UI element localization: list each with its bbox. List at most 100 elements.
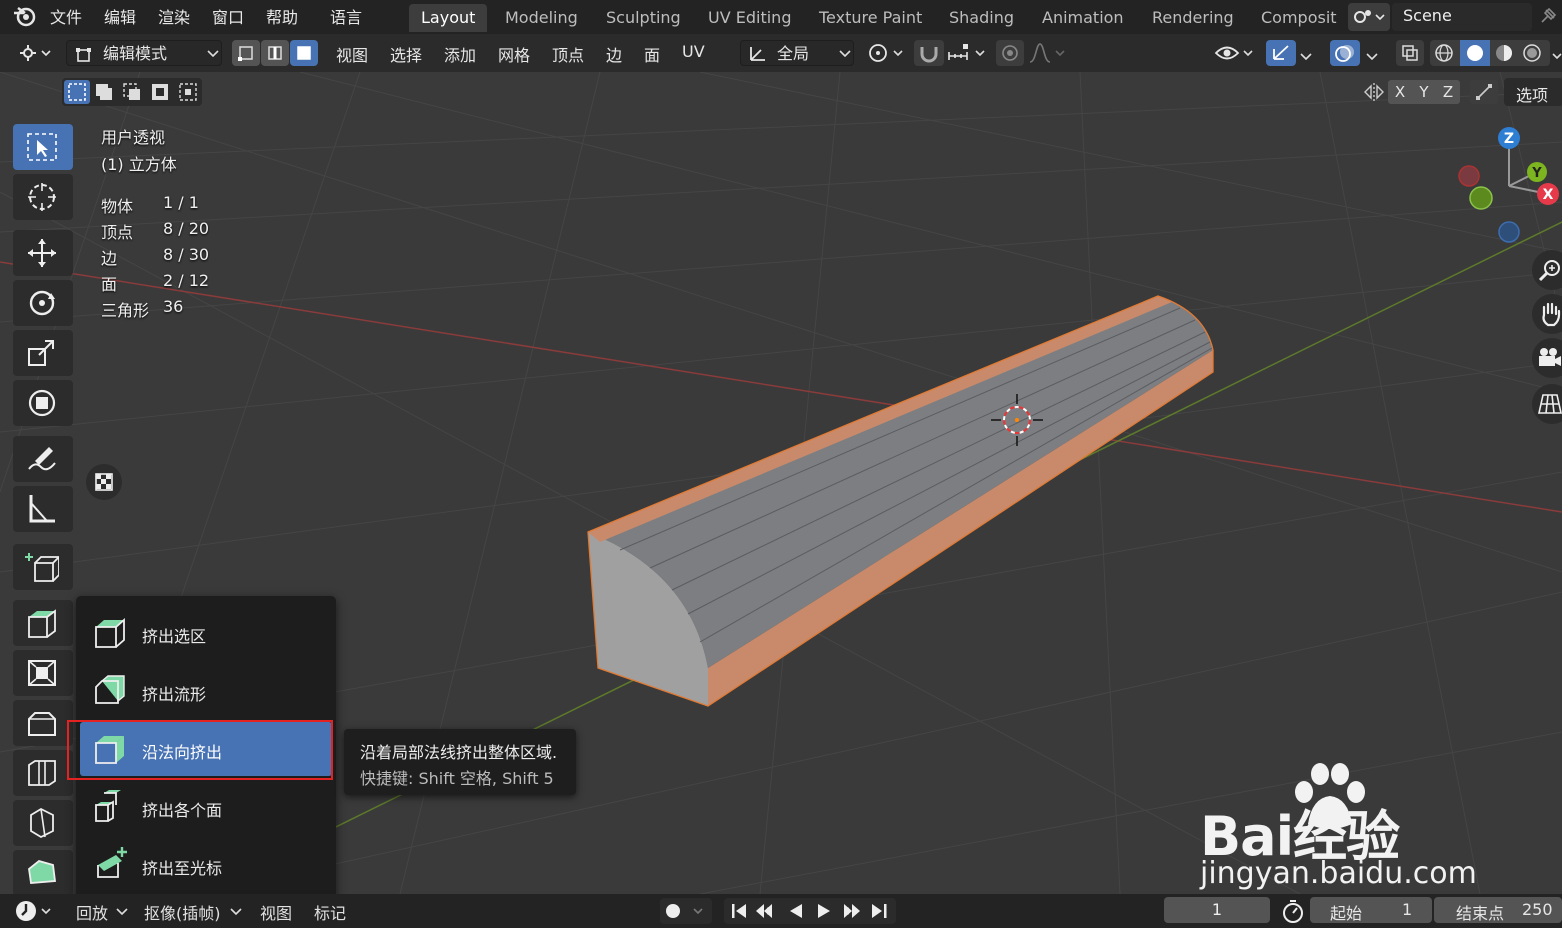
tab-uv-editing[interactable]: UV Editing xyxy=(696,4,803,32)
tool-poly-build[interactable] xyxy=(13,850,73,894)
menu-playback[interactable]: 回放 xyxy=(76,900,108,924)
blender-logo-icon[interactable] xyxy=(12,5,36,31)
editor-type-button[interactable] xyxy=(14,40,56,66)
pivot-point-button[interactable] xyxy=(864,40,908,66)
stopwatch-icon[interactable] xyxy=(1280,898,1306,924)
prev-keyframe-icon[interactable] xyxy=(756,904,772,918)
snap-target-button[interactable] xyxy=(946,40,990,66)
jump-start-icon[interactable] xyxy=(732,904,746,918)
chevron-down-icon[interactable] xyxy=(1300,46,1312,65)
tab-rendering[interactable]: Rendering xyxy=(1140,4,1246,32)
menu-edge[interactable]: 边 xyxy=(606,42,622,66)
tool-extrude[interactable] xyxy=(13,600,73,646)
mode-dropdown[interactable]: 编辑模式 xyxy=(66,40,222,66)
flyout-item-extrude-manifold[interactable]: 挤出流形 xyxy=(80,664,332,718)
menu-window[interactable]: 窗口 xyxy=(212,4,244,28)
tool-select-box[interactable] xyxy=(13,124,73,170)
menu-vertex[interactable]: 顶点 xyxy=(552,42,584,66)
menu-render[interactable]: 渲染 xyxy=(158,4,190,28)
menu-face[interactable]: 面 xyxy=(644,42,660,66)
menu-edit[interactable]: 编辑 xyxy=(104,4,136,28)
navigation-gizmo[interactable]: Z Y X xyxy=(1450,124,1562,248)
timeline-editor-type-button[interactable] xyxy=(14,899,58,923)
wireframe-shading-icon[interactable] xyxy=(1434,43,1454,63)
tab-animation[interactable]: Animation xyxy=(1030,4,1136,32)
edge-select-button[interactable] xyxy=(261,40,289,66)
proportional-edit-button[interactable] xyxy=(996,40,1024,66)
tool-move[interactable] xyxy=(13,230,73,276)
select-subtract-icon[interactable] xyxy=(122,82,142,102)
menu-marker[interactable]: 标记 xyxy=(314,900,346,924)
menu-view[interactable]: 视图 xyxy=(336,42,368,66)
tab-layout[interactable]: Layout xyxy=(409,4,488,32)
tab-compositing[interactable]: Composit xyxy=(1249,4,1349,32)
scene-selector-button[interactable] xyxy=(1348,3,1390,31)
menu-keying[interactable]: 抠像(插帧) xyxy=(144,900,221,924)
visibility-button[interactable] xyxy=(1214,40,1258,66)
tab-shading[interactable]: Shading xyxy=(937,4,1026,32)
mirror-x-toggle[interactable]: X xyxy=(1388,80,1412,104)
menu-timeline-view[interactable]: 视图 xyxy=(260,900,292,924)
tab-texture-paint[interactable]: Texture Paint xyxy=(807,4,934,32)
select-invert-icon[interactable] xyxy=(150,82,170,102)
tool-rotate[interactable] xyxy=(13,280,73,326)
options-dropdown[interactable]: 选项 xyxy=(1504,78,1562,106)
scale-icon xyxy=(28,340,54,366)
pin-icon[interactable] xyxy=(1538,6,1558,30)
flyout-item-extrude-to-cursor[interactable]: 挤出至光标 xyxy=(80,838,332,892)
next-keyframe-icon[interactable] xyxy=(844,904,860,918)
menu-uv[interactable]: UV xyxy=(682,42,705,61)
select-extend-icon[interactable] xyxy=(94,82,114,102)
transform-orientation-dropdown[interactable]: 全局 xyxy=(740,40,854,66)
tool-add-cube[interactable] xyxy=(13,544,73,590)
flyout-item-extrude-individual-faces[interactable]: 挤出各个面 xyxy=(80,780,332,834)
falloff-button[interactable] xyxy=(1028,42,1068,68)
menu-language[interactable]: 语言 xyxy=(330,4,362,28)
overlays-toggle-button[interactable] xyxy=(1330,40,1360,66)
select-new-button[interactable] xyxy=(64,80,90,104)
current-frame-field[interactable]: 1 xyxy=(1164,897,1270,923)
jump-end-icon[interactable] xyxy=(872,904,887,918)
quad-view-button[interactable] xyxy=(86,464,122,500)
menu-file[interactable]: 文件 xyxy=(50,4,82,28)
gizmo-toggle-button[interactable] xyxy=(1266,40,1296,66)
snap-toggle-button[interactable] xyxy=(914,40,944,66)
editor-type-icon xyxy=(20,45,51,61)
tool-loop-cut[interactable] xyxy=(13,750,73,796)
tool-knife[interactable] xyxy=(13,800,73,846)
menu-mesh[interactable]: 网格 xyxy=(498,42,530,66)
menu-add[interactable]: 添加 xyxy=(444,42,476,66)
rendered-shading-icon[interactable] xyxy=(1522,43,1542,63)
tool-annotate[interactable] xyxy=(13,436,73,482)
solid-shading-button[interactable] xyxy=(1460,40,1490,66)
tool-measure[interactable] xyxy=(13,486,73,532)
auto-keying-button[interactable] xyxy=(660,898,712,924)
material-shading-icon[interactable] xyxy=(1494,43,1514,63)
tab-modeling[interactable]: Modeling xyxy=(493,4,590,32)
chevron-down-icon[interactable] xyxy=(1552,46,1562,65)
end-frame-field[interactable]: 结束点 250 xyxy=(1434,897,1562,923)
mirror-icon[interactable] xyxy=(1362,81,1386,107)
flyout-item-extrude-region[interactable]: 挤出选区 xyxy=(80,606,332,660)
select-intersect-icon[interactable] xyxy=(178,82,198,102)
face-select-button[interactable] xyxy=(290,40,318,66)
menu-select[interactable]: 选择 xyxy=(390,42,422,66)
scene-name-field[interactable]: Scene xyxy=(1392,3,1532,31)
tab-sculpting[interactable]: Sculpting xyxy=(594,4,693,32)
menu-help[interactable]: 帮助 xyxy=(266,4,298,28)
chevron-down-icon[interactable] xyxy=(1366,46,1378,65)
tool-cursor[interactable] xyxy=(13,174,73,220)
xray-toggle-button[interactable] xyxy=(1396,40,1424,66)
tool-transform[interactable] xyxy=(13,380,73,426)
mirror-y-toggle[interactable]: Y xyxy=(1412,80,1436,104)
play-reverse-icon[interactable] xyxy=(790,904,802,918)
auto-merge-button[interactable] xyxy=(1470,80,1498,104)
start-frame-field[interactable]: 起始 1 xyxy=(1310,897,1432,923)
play-icon[interactable] xyxy=(818,904,830,918)
tool-scale[interactable] xyxy=(13,330,73,376)
tool-inset[interactable] xyxy=(13,650,73,696)
mirror-z-toggle[interactable]: Z xyxy=(1436,80,1460,104)
tool-bevel[interactable] xyxy=(13,700,73,746)
face-select-icon xyxy=(297,46,311,60)
vertex-select-button[interactable] xyxy=(232,40,260,66)
